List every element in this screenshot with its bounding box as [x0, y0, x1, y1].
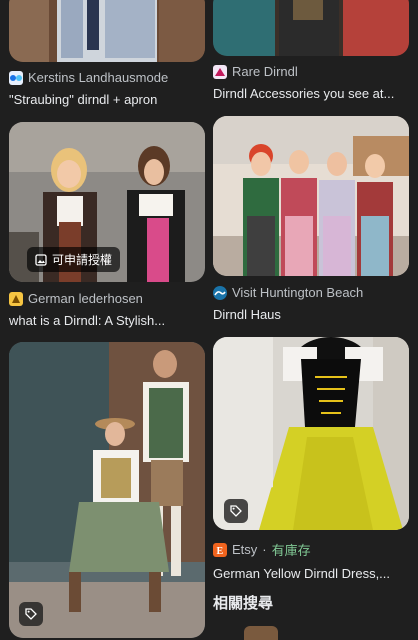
result-title[interactable]: Dirndl Haus [213, 307, 411, 322]
result-image[interactable] [213, 337, 409, 530]
result-source[interactable]: Visit Huntington Beach [213, 285, 411, 300]
result-title[interactable]: what is a Dirndl: A Stylish... [9, 313, 205, 328]
result-title[interactable]: German Yellow Dirndl Dress,... [213, 566, 411, 581]
separator-dot: · [262, 542, 267, 557]
german-lederhosen-favicon-icon [9, 291, 23, 306]
result-source-label: Kerstins Landhausmode [28, 70, 169, 85]
kerstins-favicon-icon [9, 70, 23, 85]
image-icon [35, 253, 47, 266]
tag-button[interactable] [19, 602, 43, 626]
result-image[interactable]: 可申請授權 [9, 122, 205, 282]
in-stock-label: 有庫存 [271, 543, 311, 558]
svg-text:E: E [217, 546, 224, 557]
result-image[interactable] [213, 0, 409, 56]
tag-icon [230, 505, 242, 517]
license-badge-label: 可申請授權 [52, 253, 113, 267]
huntington-favicon-icon [213, 285, 227, 300]
result-source-label: Visit Huntington Beach [232, 285, 364, 300]
result-title[interactable]: Dirndl Accessories you see at... [213, 86, 411, 101]
result-image[interactable] [213, 116, 409, 276]
result-title[interactable]: "Straubing" dirndl + apron [9, 92, 205, 107]
result-image[interactable] [9, 0, 205, 62]
result-source[interactable]: German lederhosen [9, 291, 205, 306]
result-source[interactable]: Rare Dirndl [213, 64, 411, 79]
result-source-label: Etsy [232, 542, 258, 557]
tag-button[interactable] [224, 499, 248, 523]
license-badge[interactable]: 可申請授權 [27, 247, 121, 272]
tag-icon [25, 608, 37, 620]
result-source[interactable]: Kerstins Landhausmode [9, 70, 205, 85]
result-source-label: Rare Dirndl [232, 64, 298, 79]
result-source-label: German lederhosen [28, 291, 143, 306]
result-image[interactable] [9, 342, 205, 638]
result-source[interactable]: E Etsy · 有庫存 [213, 540, 411, 559]
related-thumb-peek[interactable] [244, 626, 278, 640]
etsy-favicon-icon: E [213, 542, 227, 557]
related-searches-title: 相關搜尋 [213, 595, 274, 612]
rare-dirndl-favicon-icon [213, 64, 227, 79]
